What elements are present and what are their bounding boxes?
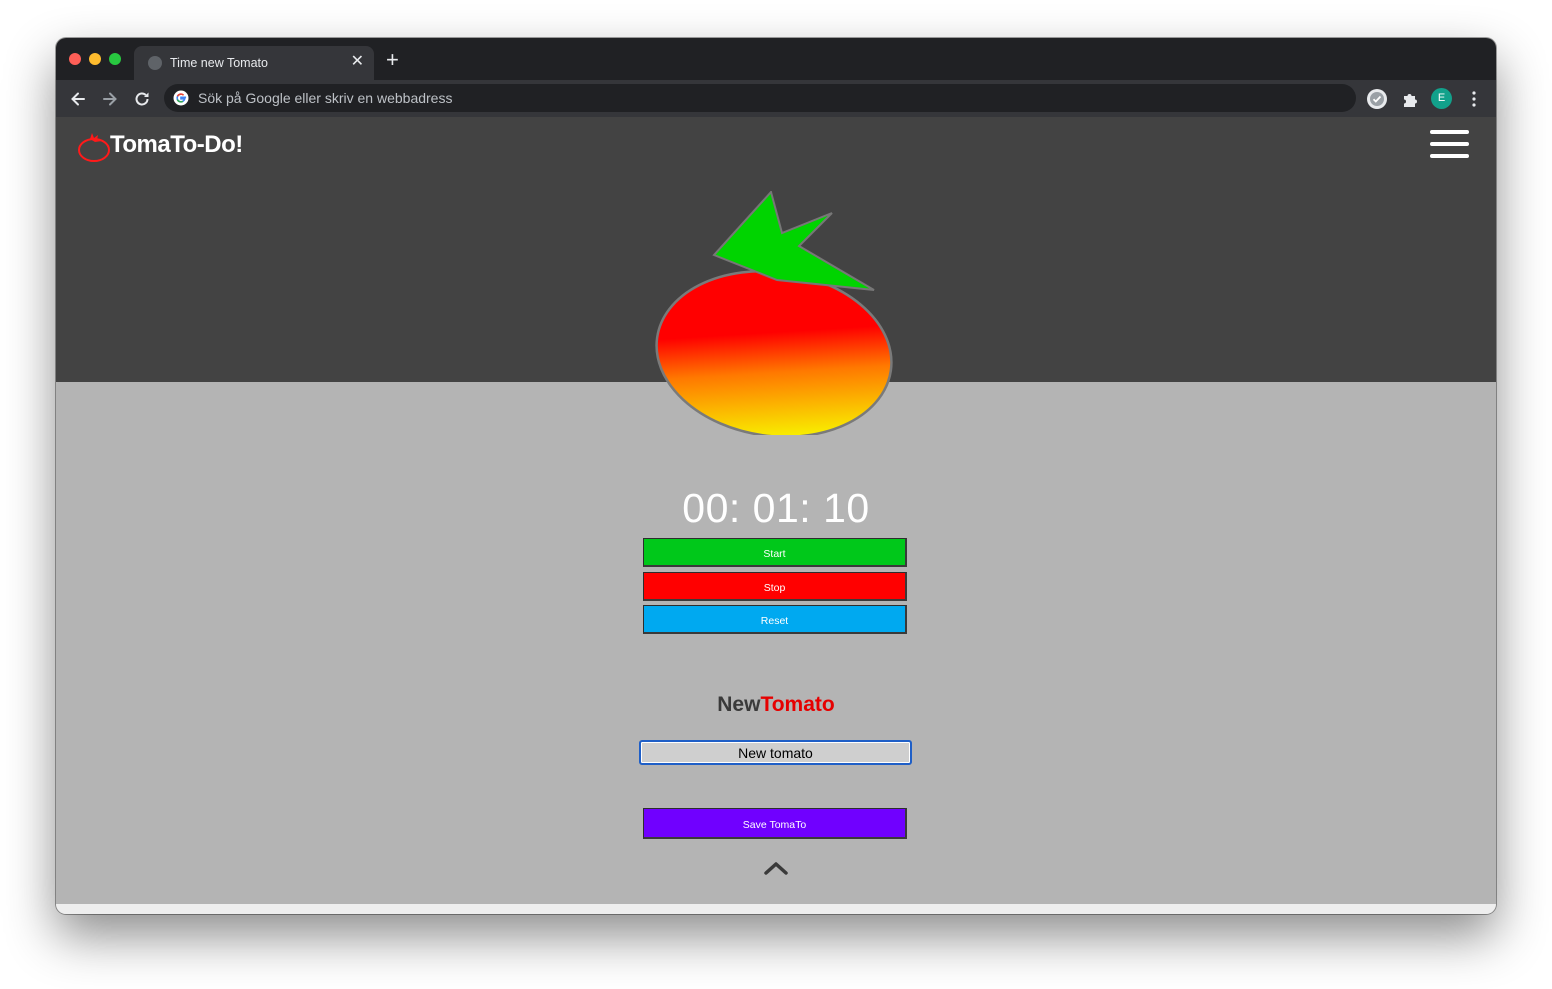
browser-tab[interactable]: Time new Tomato ✕ [134,46,374,80]
new-tomato-input[interactable] [639,740,912,765]
address-bar[interactable]: Sök på Google eller skriv en webbadress [164,84,1356,112]
heading-part-tomato: Tomato [760,693,835,716]
stop-button[interactable]: Stop [643,572,907,601]
tab-strip: Time new Tomato ✕ + [56,38,1496,80]
extension-check-icon[interactable] [1366,88,1388,110]
google-icon [173,90,189,106]
tomato-illustration [655,191,893,435]
chevron-up-icon[interactable] [763,860,789,876]
new-tomato-heading: NewTomato [56,693,1496,717]
forward-arrow-icon[interactable] [100,89,120,109]
page-content: TomaTo-Do! 00: 01: 10 Start Stop Reset N… [56,117,1496,914]
reload-icon[interactable] [132,89,152,109]
maximize-window-button[interactable] [109,53,121,65]
back-arrow-icon[interactable] [68,89,88,109]
tomato-logo-icon[interactable] [76,129,112,163]
brand-title[interactable]: TomaTo-Do! [110,131,243,159]
address-placeholder: Sök på Google eller skriv en webbadress [198,90,453,106]
hamburger-menu-icon[interactable] [1430,130,1470,160]
tab-title: Time new Tomato [170,56,268,70]
timer-display: 00: 01: 10 [682,485,870,531]
profile-avatar[interactable]: E [1431,88,1452,109]
browser-window: Time new Tomato ✕ + Sök på Google eller … [56,38,1496,914]
new-tab-button[interactable]: + [386,49,399,71]
globe-icon [148,56,162,70]
tab-close-button[interactable]: ✕ [351,53,364,71]
page-bottom-strip [56,904,1496,914]
close-window-button[interactable] [69,53,81,65]
kebab-menu-icon[interactable] [1467,89,1481,109]
heading-part-new: New [717,693,761,716]
minimize-window-button[interactable] [89,53,101,65]
save-tomato-button[interactable]: Save TomaTo [643,808,907,839]
reset-button[interactable]: Reset [643,605,907,634]
start-button[interactable]: Start [643,538,907,567]
browser-toolbar: Sök på Google eller skriv en webbadress … [56,80,1496,117]
puzzle-icon[interactable] [1399,88,1421,110]
